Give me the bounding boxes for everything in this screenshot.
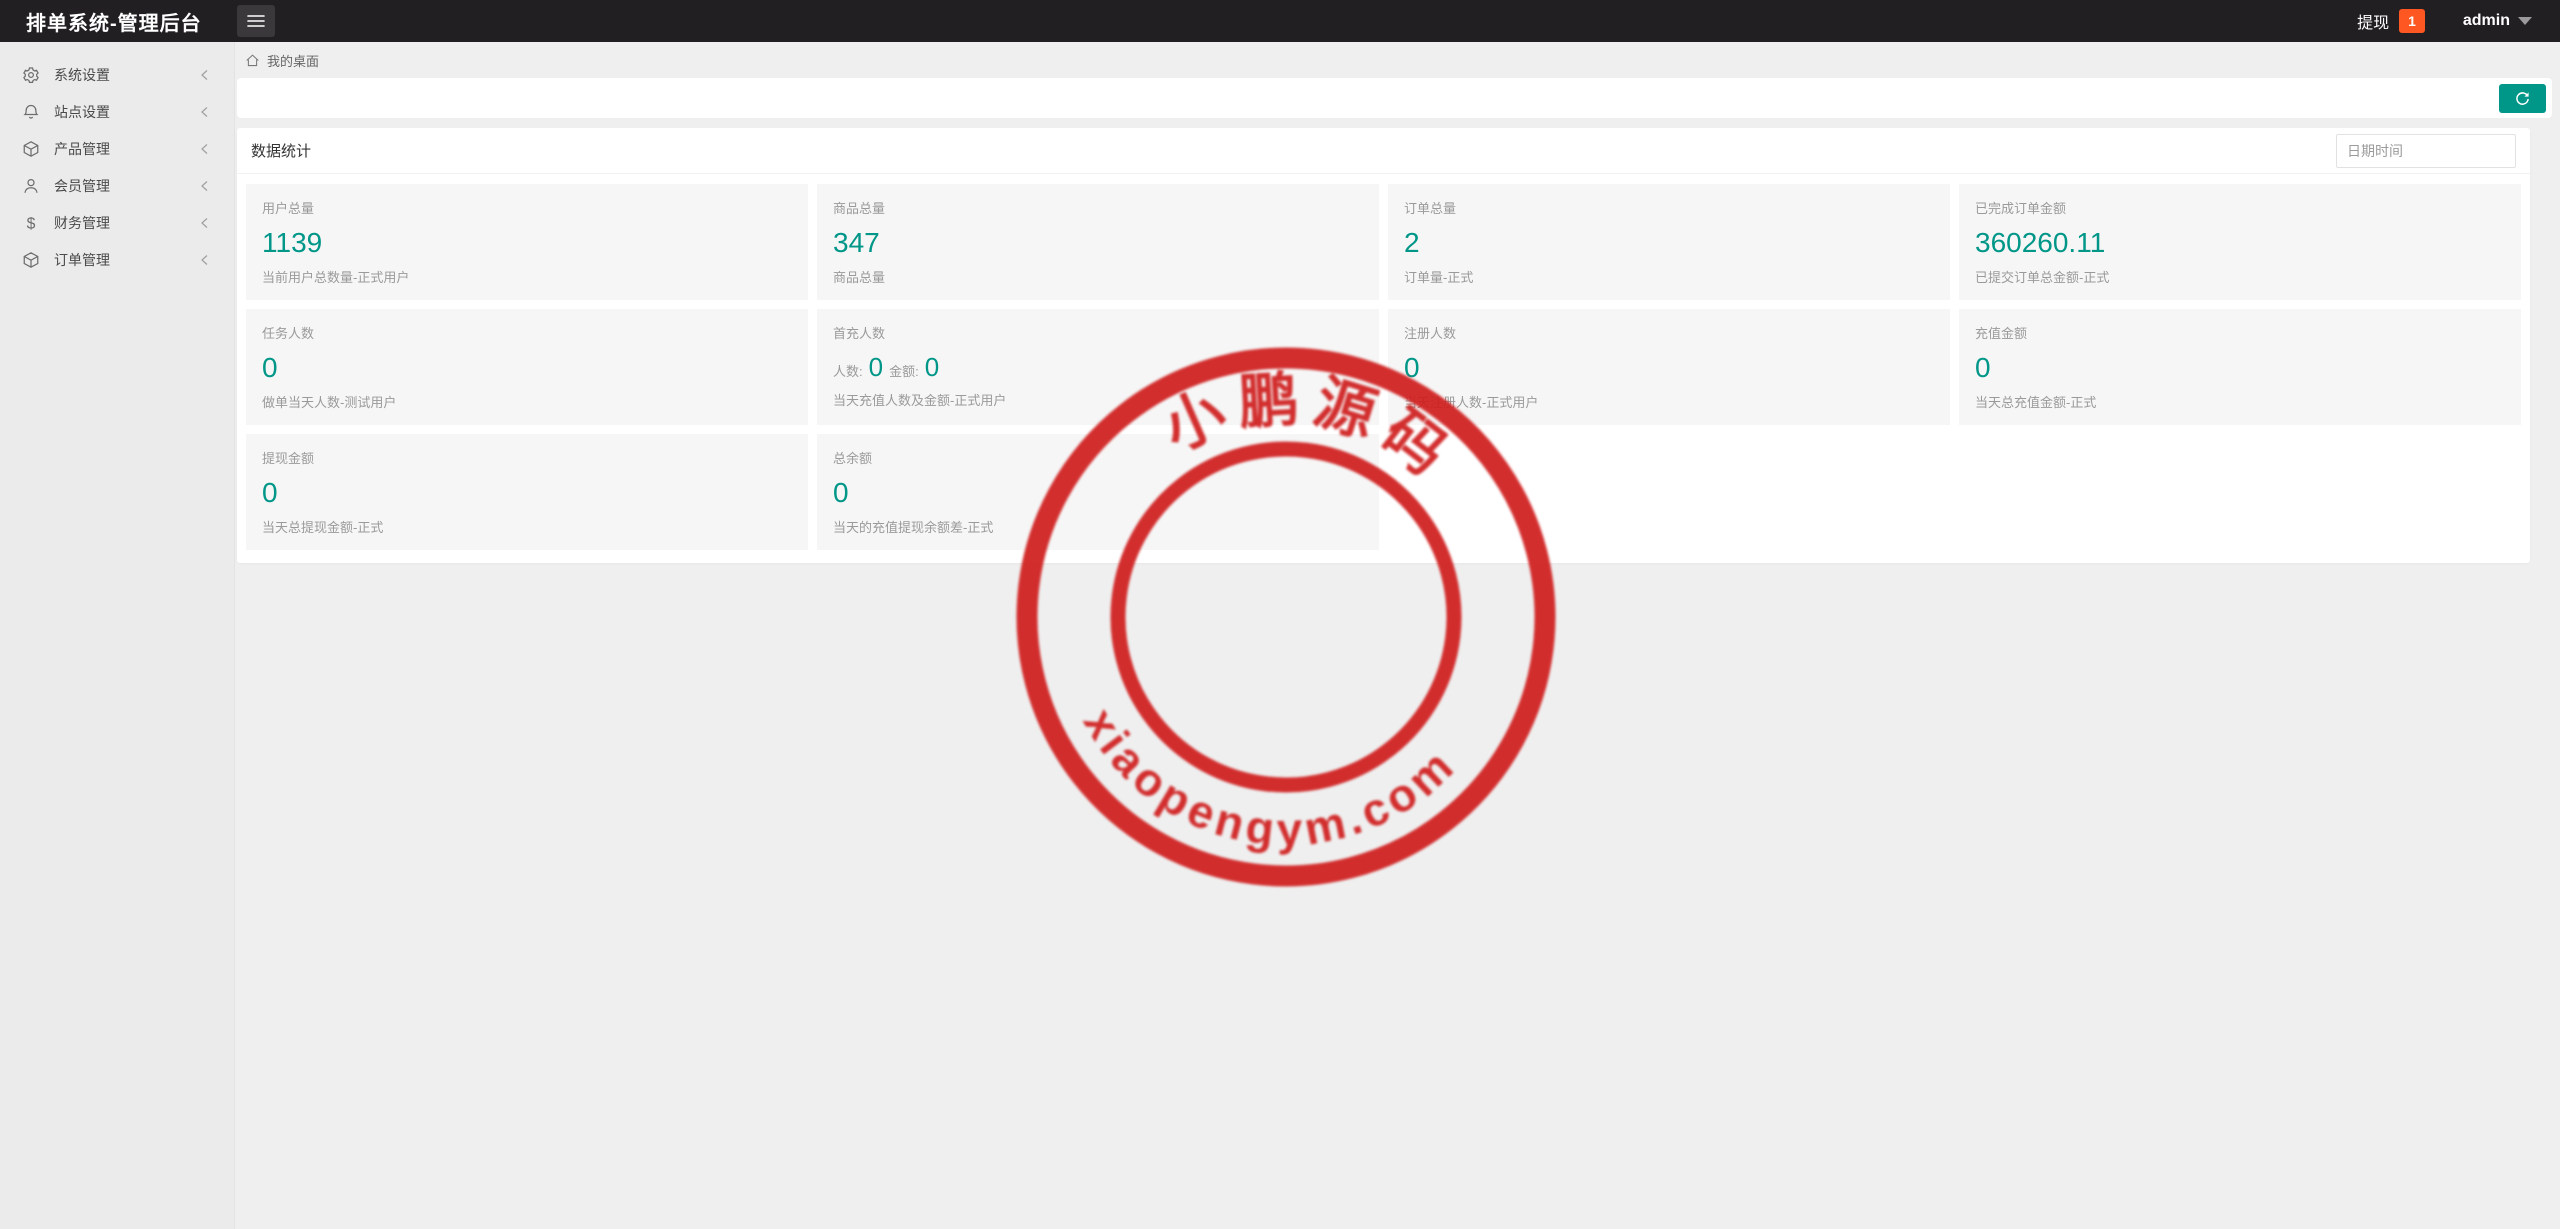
sidebar-toggle-button[interactable] xyxy=(237,5,275,37)
gear-icon xyxy=(22,66,40,84)
stat-desc: 当天注册人数-正式用户 xyxy=(1404,395,1539,410)
stat-card-task-users: 任务人数 0 做单当天人数-测试用户 xyxy=(246,309,808,425)
stat-title: 商品总量 xyxy=(833,201,886,216)
sidebar-item-site-settings[interactable]: 站点设置 xyxy=(0,93,234,130)
stat-card-registered-users: 注册人数 0 当天注册人数-正式用户 xyxy=(1388,309,1950,425)
tab-strip xyxy=(237,78,2552,118)
stat-desc: 当天总提现金额-正式 xyxy=(262,520,384,535)
stat-title: 注册人数 xyxy=(1404,326,1457,341)
stat-desc: 商品总量 xyxy=(833,270,886,285)
stat-value: 0 xyxy=(1404,352,1420,383)
breadcrumb-label: 我的桌面 xyxy=(267,53,320,69)
stat-title: 用户总量 xyxy=(262,201,315,216)
chevron-left-icon xyxy=(198,68,212,82)
stat-value: 0 xyxy=(924,352,940,382)
panel-header: 数据统计 xyxy=(237,128,2530,174)
dollar-icon: $ xyxy=(22,214,40,231)
stat-desc: 已提交订单总金额-正式 xyxy=(1975,270,2110,285)
svg-text:$: $ xyxy=(27,215,36,231)
stat-title: 首充人数 xyxy=(833,326,886,341)
user-icon xyxy=(22,177,40,195)
breadcrumb-home-link[interactable]: 我的桌面 xyxy=(245,51,319,70)
sidebar: 系统设置 站点设置 产品管理 会员管理 $ 财务管理 订单管理 xyxy=(0,42,235,1229)
stat-title: 总余额 xyxy=(833,451,873,466)
stat-sub-label: 人数: xyxy=(833,364,863,379)
breadcrumb: 我的桌面 xyxy=(235,42,2560,78)
stat-card-recharge-amount: 充值金额 0 当天总充值金额-正式 xyxy=(1959,309,2521,425)
stat-dual-values: 人数: 0 金额: 0 xyxy=(833,354,1363,380)
refresh-button[interactable] xyxy=(2499,83,2546,113)
sidebar-item-label: 站点设置 xyxy=(54,103,110,120)
stat-card-first-recharge: 首充人数 人数: 0 金额: 0 当天充值人数及金额-正式用户 xyxy=(817,309,1379,425)
sidebar-item-label: 产品管理 xyxy=(54,140,110,157)
sidebar-item-product-management[interactable]: 产品管理 xyxy=(0,130,234,167)
chevron-left-icon xyxy=(198,253,212,267)
chevron-down-icon xyxy=(2518,17,2532,25)
top-bar: 排单系统-管理后台 提现 1 admin xyxy=(0,0,2560,42)
withdraw-link[interactable]: 提现 1 xyxy=(2357,9,2425,33)
stat-desc: 订单量-正式 xyxy=(1404,270,1474,285)
stat-value: 0 xyxy=(868,352,884,382)
stat-value: 0 xyxy=(262,477,278,508)
sidebar-item-label: 财务管理 xyxy=(54,214,110,231)
stat-value: 360260.11 xyxy=(1975,227,2106,258)
cube-icon xyxy=(22,140,40,158)
stat-value: 2 xyxy=(1404,227,1420,258)
stat-desc: 当天充值人数及金额-正式用户 xyxy=(833,393,1007,408)
sidebar-item-label: 订单管理 xyxy=(54,251,110,268)
stat-title: 充值金额 xyxy=(1975,326,2028,341)
stat-card-withdraw-amount: 提现金额 0 当天总提现金额-正式 xyxy=(246,434,808,550)
withdraw-count-badge: 1 xyxy=(2399,9,2425,33)
sidebar-item-finance-management[interactable]: $ 财务管理 xyxy=(0,204,234,241)
chevron-left-icon xyxy=(198,179,212,193)
panel-title: 数据统计 xyxy=(251,143,312,160)
stat-card-total-orders: 订单总量 2 订单量-正式 xyxy=(1388,184,1950,300)
hamburger-icon xyxy=(247,14,265,28)
statistics-panel: 数据统计 用户总量 1139 当前用户总数量-正式用户 商品总量 347 商品总… xyxy=(237,128,2530,563)
cube-icon xyxy=(22,251,40,269)
user-dropdown[interactable]: admin xyxy=(2463,12,2532,30)
stat-title: 已完成订单金额 xyxy=(1975,201,2067,216)
stat-card-total-products: 商品总量 347 商品总量 xyxy=(817,184,1379,300)
stat-value: 347 xyxy=(833,227,880,258)
stat-card-completed-order-amount: 已完成订单金额 360260.11 已提交订单总金额-正式 xyxy=(1959,184,2521,300)
stat-value: 0 xyxy=(1975,352,1991,383)
stat-title: 提现金额 xyxy=(262,451,315,466)
main-content: 我的桌面 数据统计 用户总量 1139 xyxy=(235,42,2560,1229)
chevron-left-icon xyxy=(198,142,212,156)
stat-title: 订单总量 xyxy=(1404,201,1457,216)
withdraw-label: 提现 xyxy=(2357,15,2390,32)
stat-card-total-balance: 总余额 0 当天的充值提现余额差-正式 xyxy=(817,434,1379,550)
username: admin xyxy=(2462,12,2510,29)
chevron-left-icon xyxy=(198,216,212,230)
stat-desc: 做单当天人数-测试用户 xyxy=(262,395,397,410)
stat-sub-label: 金额: xyxy=(889,364,919,379)
date-time-input[interactable] xyxy=(2336,133,2516,168)
sidebar-item-order-management[interactable]: 订单管理 xyxy=(0,241,234,278)
chevron-left-icon xyxy=(198,105,212,119)
home-icon xyxy=(245,53,260,68)
stat-value: 0 xyxy=(833,477,849,508)
topbar-actions: 提现 1 admin xyxy=(2357,9,2560,33)
sidebar-item-system-settings[interactable]: 系统设置 xyxy=(0,56,234,93)
refresh-icon xyxy=(2514,90,2531,107)
sidebar-item-label: 系统设置 xyxy=(54,66,110,83)
stats-grid: 用户总量 1139 当前用户总数量-正式用户 商品总量 347 商品总量 订单总… xyxy=(237,174,2530,563)
stat-card-total-users: 用户总量 1139 当前用户总数量-正式用户 xyxy=(246,184,808,300)
stat-desc: 当前用户总数量-正式用户 xyxy=(262,270,410,285)
app-title: 排单系统-管理后台 xyxy=(26,12,202,35)
bell-icon xyxy=(22,103,40,121)
stat-desc: 当天总充值金额-正式 xyxy=(1975,395,2097,410)
stat-desc: 当天的充值提现余额差-正式 xyxy=(833,520,994,535)
sidebar-item-member-management[interactable]: 会员管理 xyxy=(0,167,234,204)
stat-value: 1139 xyxy=(262,227,323,258)
stat-title: 任务人数 xyxy=(262,326,315,341)
stat-value: 0 xyxy=(262,352,278,383)
sidebar-item-label: 会员管理 xyxy=(54,177,110,194)
